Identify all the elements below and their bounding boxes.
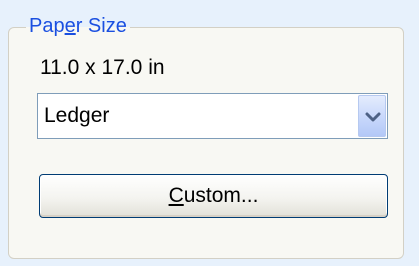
custom-button-label-rest: ustom... — [183, 184, 259, 207]
chevron-down-icon — [365, 112, 381, 122]
custom-button-mnemonic: C — [168, 184, 184, 207]
paper-size-dropdown[interactable]: Ledger — [37, 93, 388, 139]
paper-size-selected-value: Ledger — [44, 104, 110, 127]
custom-button-label: Custom... — [40, 184, 387, 208]
legend-suffix: r Size — [75, 15, 127, 37]
legend-mnemonic: e — [64, 15, 76, 37]
paper-dimensions-text: 11.0 x 17.0 in — [40, 56, 165, 79]
dropdown-arrow-button[interactable] — [358, 95, 386, 137]
custom-size-button[interactable]: Custom... — [39, 174, 388, 218]
paper-size-legend: Paper Size — [26, 14, 130, 38]
legend-prefix: Pap — [29, 15, 65, 37]
